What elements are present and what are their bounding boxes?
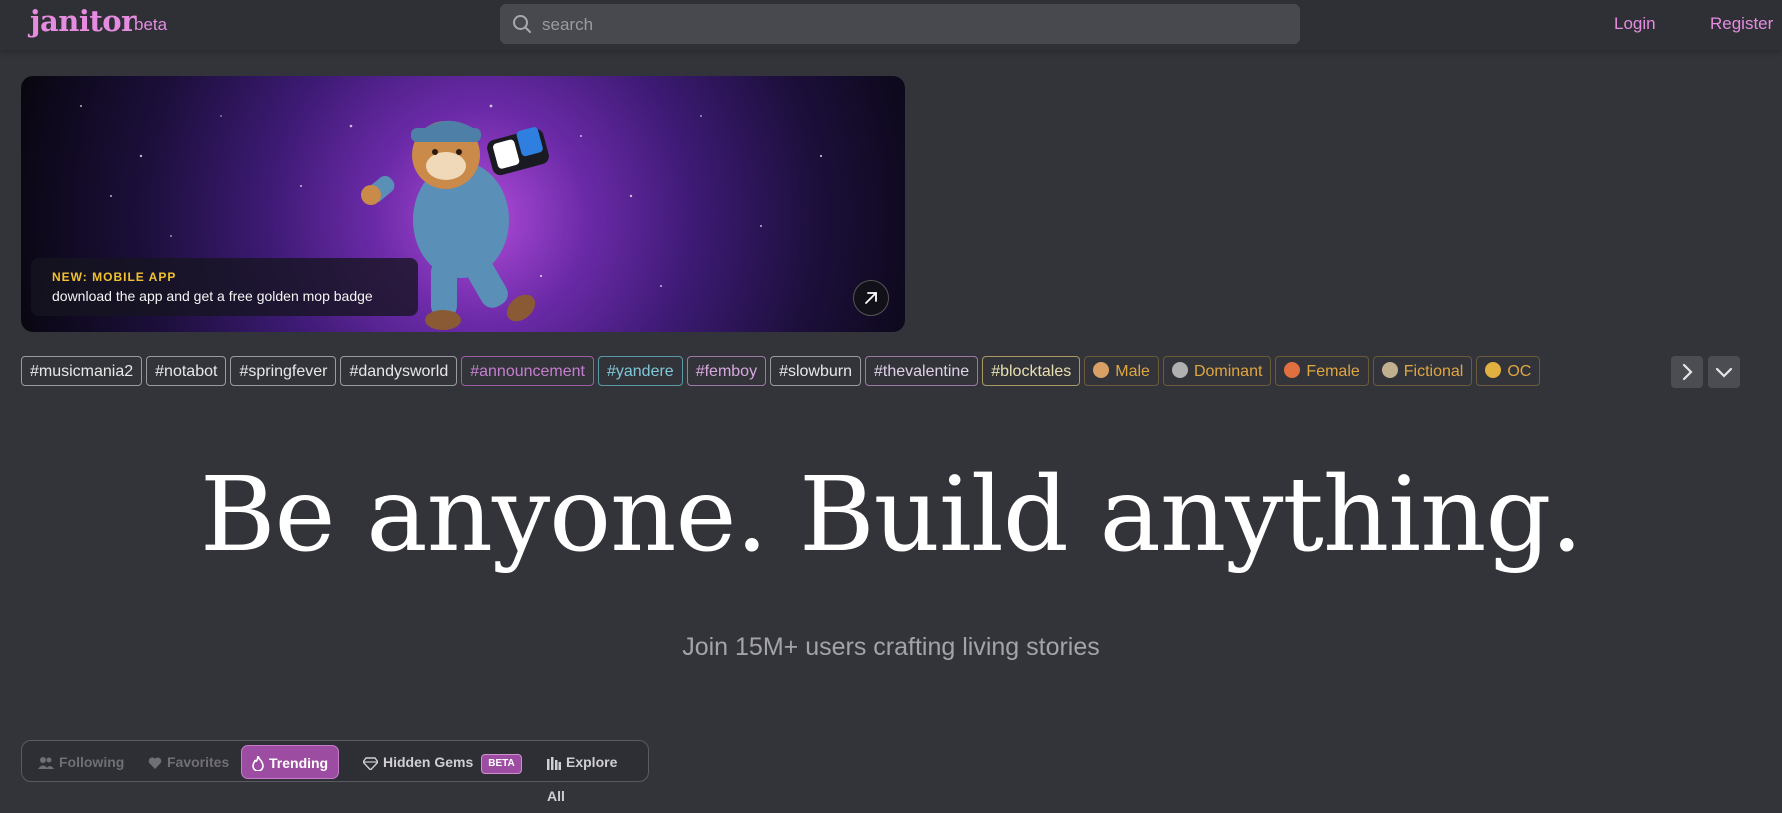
tag-label: #musicmania2: [30, 363, 134, 380]
banner-tag: NEW: MOBILE APP: [52, 270, 177, 284]
tag-label: #announcement: [470, 363, 585, 380]
tag-label: #dandysworld: [349, 363, 449, 380]
tag-chip[interactable]: #blocktales: [982, 356, 1081, 386]
tag-label: #springfever: [239, 363, 328, 380]
banner-open-button[interactable]: [853, 280, 889, 316]
tab-favorites[interactable]: Favorites: [138, 745, 239, 779]
tag-chip[interactable]: Male: [1084, 356, 1159, 386]
tab-following[interactable]: Following: [28, 745, 134, 779]
heart-icon: [148, 757, 162, 769]
search-icon: [513, 15, 531, 33]
tags-scroll-right-button[interactable]: [1671, 356, 1703, 388]
tag-label: #notabot: [155, 363, 218, 380]
logo-beta-label: beta: [134, 15, 168, 34]
site-logo[interactable]: janitor: [30, 4, 136, 38]
tab-explore-all[interactable]: Explore All: [537, 745, 648, 804]
login-button[interactable]: Login: [1600, 8, 1670, 40]
tab-trending-label: Trending: [269, 755, 329, 771]
tag-chip[interactable]: #yandere: [597, 356, 683, 386]
tag-emoji-icon: [1284, 362, 1301, 378]
tag-emoji-icon: [1171, 362, 1188, 378]
top-navbar: janitor beta Login Register: [0, 0, 1782, 50]
tab-hidden-gems-label: Hidden Gems: [383, 754, 474, 770]
tag-label: Dominant: [1193, 363, 1263, 380]
tab-trending[interactable]: Trending: [241, 745, 340, 779]
tag-chip[interactable]: #musicmania2: [21, 356, 143, 386]
gem-icon: [362, 757, 379, 772]
hero-title: Be anyone. Build anything.: [199, 455, 1583, 575]
tag-label: #slowburn: [779, 363, 853, 380]
tab-following-label: Following: [59, 754, 125, 770]
tag-chip[interactable]: #springfever: [230, 356, 337, 386]
search-input[interactable]: [540, 4, 1284, 46]
tag-chip[interactable]: Fictional: [1372, 356, 1473, 386]
library-icon: [547, 757, 561, 770]
banner-caption: NEW: MOBILE APP download the app and get…: [31, 258, 418, 316]
feed-tab-bar: Following Favorites Trending Hidden Gems…: [21, 740, 649, 804]
tag-label: #yandere: [606, 363, 674, 380]
search-bar[interactable]: [500, 4, 1300, 46]
mobile-app-banner[interactable]: NEW: MOBILE APP download the app and get…: [21, 76, 905, 332]
tag-chip[interactable]: Dominant: [1162, 356, 1272, 386]
tab-favorites-label: Favorites: [167, 754, 230, 770]
chevron-down-icon: [1715, 367, 1733, 378]
tag-label: #thevalentine: [874, 363, 970, 380]
tag-chip[interactable]: #dandysworld: [340, 356, 458, 386]
banner-text: download the app and get a free golden m…: [52, 288, 373, 304]
register-button[interactable]: Register: [1696, 8, 1782, 40]
tag-label: #femboy: [695, 363, 758, 380]
tag-emoji-icon: [1485, 362, 1502, 378]
tag-chip[interactable]: Female: [1275, 356, 1369, 386]
tag-emoji-icon: [1381, 362, 1398, 378]
users-icon: [38, 757, 54, 769]
tags-expand-button[interactable]: [1708, 356, 1740, 388]
external-arrow-icon: [865, 292, 877, 304]
hero-subtitle: Join 15M+ users crafting living stories: [682, 633, 1100, 661]
tab-hidden-gems[interactable]: Hidden Gems BETA: [353, 745, 532, 779]
tag-label: OC: [1507, 363, 1532, 380]
chevron-right-icon: [1682, 363, 1693, 381]
tag-label: #blocktales: [991, 363, 1072, 380]
tag-chip[interactable]: #thevalentine: [865, 356, 979, 386]
tag-label: Female: [1306, 363, 1360, 380]
tag-emoji-icon: [1093, 362, 1110, 378]
tag-chip[interactable]: OC: [1476, 356, 1541, 386]
beta-badge: BETA: [481, 754, 522, 774]
tag-chip[interactable]: #announcement: [461, 356, 594, 386]
tag-chip[interactable]: #notabot: [146, 356, 227, 386]
tag-chip[interactable]: #slowburn: [770, 356, 862, 386]
flame-icon: [252, 755, 264, 772]
tag-label: Fictional: [1403, 363, 1464, 380]
tag-filter-row: #musicmania2 #notabot #springfever #dandysw…: [21, 356, 1631, 388]
tag-chip[interactable]: #femboy: [686, 356, 767, 386]
tag-label: Male: [1115, 363, 1150, 380]
